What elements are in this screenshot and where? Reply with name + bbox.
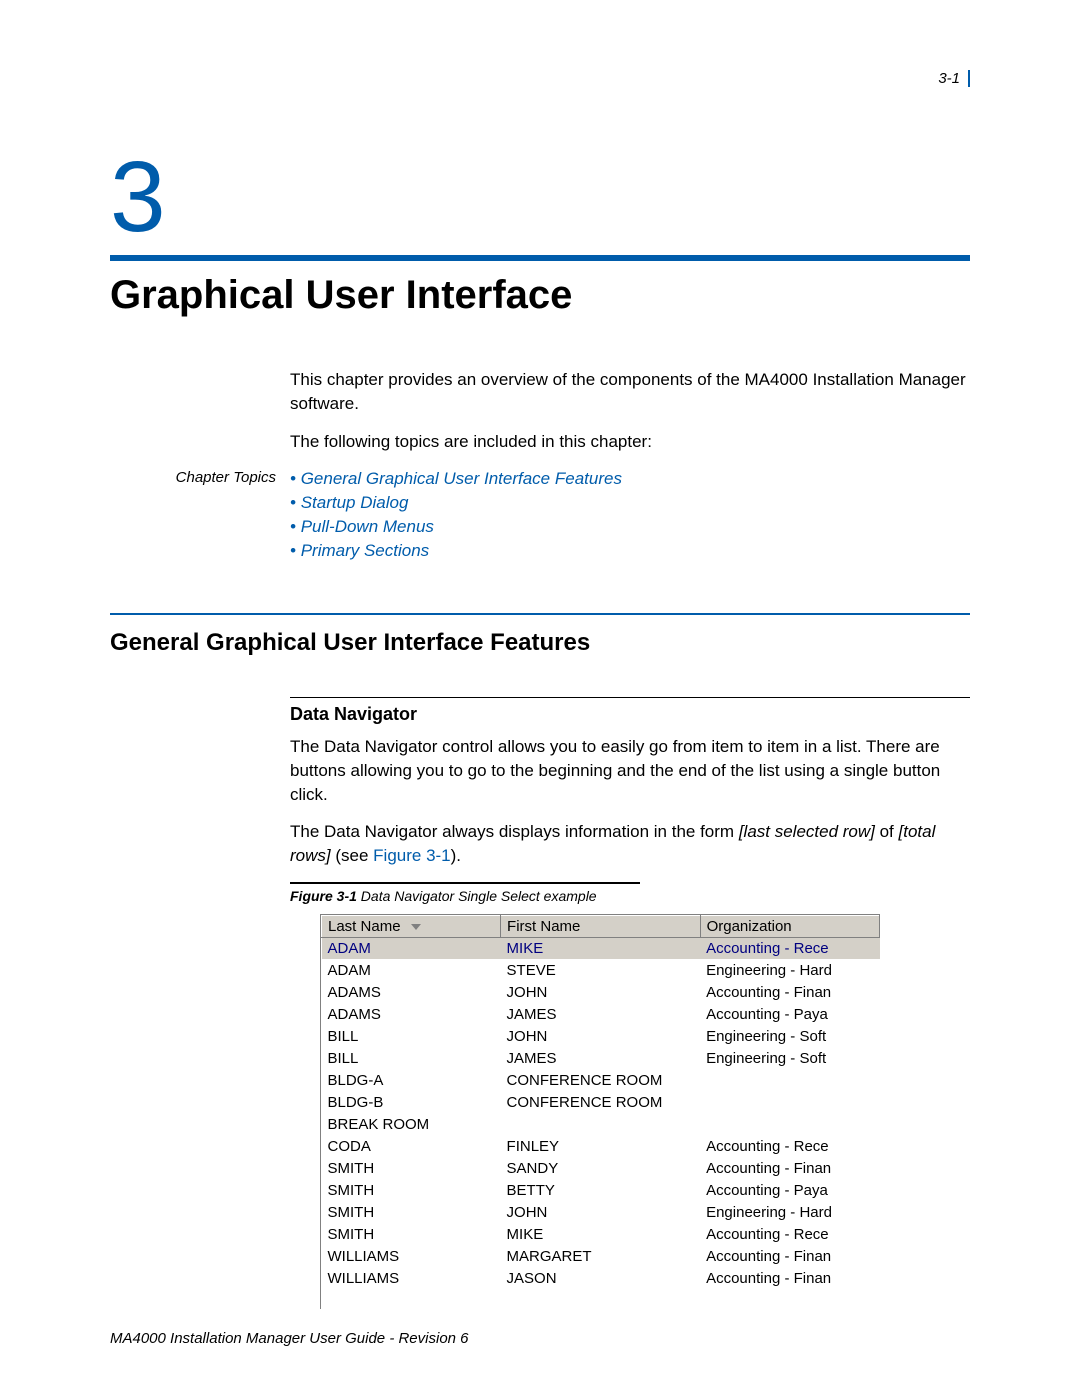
- intro-paragraph-1: This chapter provides an overview of the…: [290, 368, 970, 416]
- table-cell: ADAMS: [322, 981, 501, 1003]
- chapter-topics-label: Chapter Topics: [110, 467, 290, 562]
- table-cell: CONFERENCE ROOM: [501, 1069, 701, 1091]
- table-cell: [700, 1113, 879, 1135]
- table-cell: BETTY: [501, 1179, 701, 1201]
- table-cell: Accounting - Finan: [700, 981, 879, 1003]
- table-cell: [700, 1091, 879, 1113]
- table-row[interactable]: BLDG-ACONFERENCE ROOM: [322, 1069, 880, 1091]
- table-cell: JOHN: [501, 1201, 701, 1223]
- table-cell: Engineering - Soft: [700, 1047, 879, 1069]
- table-row[interactable]: ADAMSJOHNAccounting - Finan: [322, 981, 880, 1003]
- data-navigator-table[interactable]: Last Name First Name Organization ADAMMI…: [320, 914, 880, 1309]
- table-cell: Accounting - Paya: [700, 1003, 879, 1025]
- table-cell: [700, 1069, 879, 1091]
- subsection-rule: [290, 697, 970, 699]
- figure-caption: Figure 3-1 Data Navigator Single Select …: [290, 888, 970, 904]
- chapter-title: Graphical User Interface: [110, 273, 970, 318]
- table-row[interactable]: WILLIAMSMARGARETAccounting - Finan: [322, 1245, 880, 1267]
- section-heading: General Graphical User Interface Feature…: [110, 629, 970, 657]
- chapter-rule: [110, 255, 970, 261]
- figure-link[interactable]: Figure 3-1: [373, 846, 450, 865]
- table-cell: JOHN: [501, 1025, 701, 1047]
- col-header-lastname[interactable]: Last Name: [322, 915, 501, 937]
- chapter-topics-list: General Graphical User Interface Feature…: [290, 467, 622, 562]
- table-cell: SMITH: [322, 1157, 501, 1179]
- table-cell: Engineering - Hard: [700, 959, 879, 981]
- topic-link[interactable]: Startup Dialog: [290, 491, 622, 515]
- col-header-organization[interactable]: Organization: [700, 915, 879, 937]
- table-row[interactable]: BREAK ROOM: [322, 1113, 880, 1135]
- table-cell: Accounting - Rece: [700, 937, 879, 959]
- table-row[interactable]: SMITHSANDYAccounting - Finan: [322, 1157, 880, 1179]
- table-cell: Accounting - Finan: [700, 1157, 879, 1179]
- section-rule: [110, 613, 970, 615]
- body-paragraph-1: The Data Navigator control allows you to…: [290, 735, 970, 806]
- table-row[interactable]: BILLJOHNEngineering - Soft: [322, 1025, 880, 1047]
- table-cell: SMITH: [322, 1179, 501, 1201]
- topic-link[interactable]: Pull-Down Menus: [290, 515, 622, 539]
- table-cell: JASON: [501, 1267, 701, 1289]
- table-cell: BILL: [322, 1025, 501, 1047]
- page-number-top: 3-1: [110, 70, 970, 87]
- figure-rule: [290, 882, 640, 884]
- table-row[interactable]: SMITHJOHNEngineering - Hard: [322, 1201, 880, 1223]
- table-cell: WILLIAMS: [322, 1245, 501, 1267]
- body-paragraph-2: The Data Navigator always displays infor…: [290, 820, 970, 868]
- table-cell: Accounting - Rece: [700, 1135, 879, 1157]
- table-cell: WILLIAMS: [322, 1267, 501, 1289]
- table-cell: MARGARET: [501, 1245, 701, 1267]
- subsection-heading: Data Navigator: [290, 704, 970, 725]
- table-cell: Accounting - Finan: [700, 1245, 879, 1267]
- table-cell: JAMES: [501, 1047, 701, 1069]
- chapter-number: 3: [110, 147, 970, 247]
- table-cell: Accounting - Rece: [700, 1223, 879, 1245]
- table-header-row[interactable]: Last Name First Name Organization: [322, 915, 880, 937]
- topic-link[interactable]: Primary Sections: [290, 539, 622, 563]
- table-cell: ADAM: [322, 959, 501, 981]
- table-cell: CODA: [322, 1135, 501, 1157]
- table-row[interactable]: SMITHMIKEAccounting - Rece: [322, 1223, 880, 1245]
- table-row[interactable]: BILLJAMESEngineering - Soft: [322, 1047, 880, 1069]
- table-cell: BILL: [322, 1047, 501, 1069]
- table-cell: ADAM: [322, 937, 501, 959]
- table-cell: SMITH: [322, 1201, 501, 1223]
- table-cell: BREAK ROOM: [322, 1113, 501, 1135]
- table-cell: SMITH: [322, 1223, 501, 1245]
- table-cell: [501, 1113, 701, 1135]
- topic-link[interactable]: General Graphical User Interface Feature…: [290, 467, 622, 491]
- table-cell: Accounting - Finan: [700, 1267, 879, 1289]
- table-cell: STEVE: [501, 959, 701, 981]
- table-cell: BLDG-A: [322, 1069, 501, 1091]
- table-row[interactable]: ADAMSJAMESAccounting - Paya: [322, 1003, 880, 1025]
- table-cell: Accounting - Paya: [700, 1179, 879, 1201]
- table-cell: MIKE: [501, 1223, 701, 1245]
- table-cell: ADAMS: [322, 1003, 501, 1025]
- table-cell: BLDG-B: [322, 1091, 501, 1113]
- table-row[interactable]: BLDG-BCONFERENCE ROOM: [322, 1091, 880, 1113]
- table-cell: JAMES: [501, 1003, 701, 1025]
- col-header-firstname[interactable]: First Name: [501, 915, 701, 937]
- footer-text: MA4000 Installation Manager User Guide -…: [110, 1330, 970, 1347]
- table-row[interactable]: ADAMMIKEAccounting - Rece: [322, 937, 880, 959]
- table-cell: FINLEY: [501, 1135, 701, 1157]
- intro-paragraph-2: The following topics are included in thi…: [290, 430, 970, 454]
- table-cell: JOHN: [501, 981, 701, 1003]
- table-row[interactable]: WILLIAMSJASONAccounting - Finan: [322, 1267, 880, 1289]
- table-row[interactable]: SMITHBETTYAccounting - Paya: [322, 1179, 880, 1201]
- table-cell: Engineering - Soft: [700, 1025, 879, 1047]
- table-cell: CONFERENCE ROOM: [501, 1091, 701, 1113]
- table-cell: MIKE: [501, 937, 701, 959]
- table-cell: Engineering - Hard: [700, 1201, 879, 1223]
- table-row[interactable]: ADAMSTEVEEngineering - Hard: [322, 959, 880, 981]
- table-row[interactable]: CODAFINLEYAccounting - Rece: [322, 1135, 880, 1157]
- sort-descending-icon: [411, 924, 421, 930]
- table-cell: SANDY: [501, 1157, 701, 1179]
